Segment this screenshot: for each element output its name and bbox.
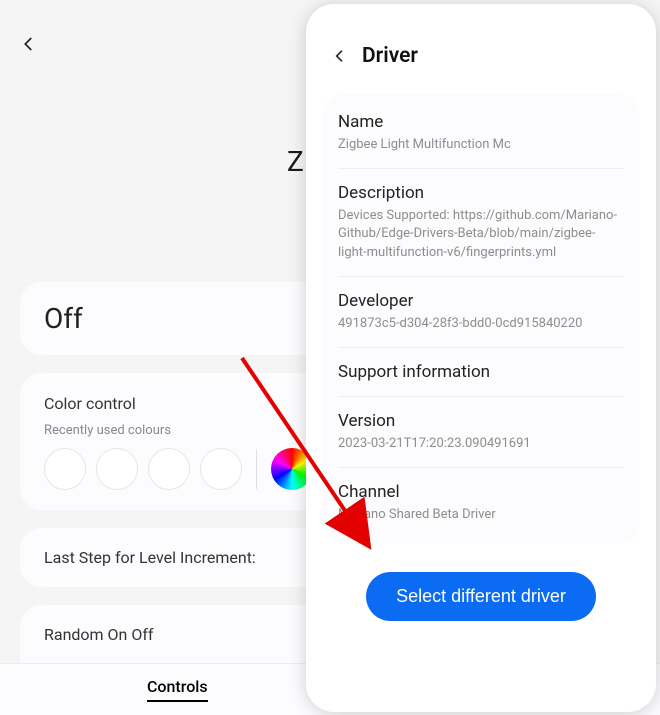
color-control-title: Color control (44, 394, 136, 413)
field-label: Channel (338, 482, 624, 502)
driver-version-section: Version 2023-03-21T17:20:23.090491691 (338, 397, 624, 468)
divider (256, 449, 257, 489)
field-label: Version (338, 411, 624, 431)
colour-swatch[interactable] (96, 448, 138, 490)
field-value: Devices Supported: https://github.com/Ma… (338, 207, 624, 262)
colour-swatch[interactable] (148, 448, 190, 490)
panel-body: Name Zigbee Light Multifunction Mc Descr… (306, 94, 656, 621)
back-icon[interactable] (20, 30, 38, 60)
tab-controls[interactable]: Controls (147, 677, 208, 702)
field-label: Name (338, 112, 624, 132)
field-label: Developer (338, 291, 624, 311)
driver-description-section: Description Devices Supported: https://g… (338, 169, 624, 277)
field-value: Mariano Shared Beta Driver (338, 506, 624, 524)
field-value: Zigbee Light Multifunction Mc (338, 136, 624, 154)
panel-title: Driver (362, 44, 418, 68)
random-onoff-label: Random On Off (44, 625, 154, 644)
driver-info-card: Name Zigbee Light Multifunction Mc Descr… (322, 94, 640, 544)
select-different-driver-button[interactable]: Select different driver (366, 572, 596, 621)
level-step-label: Last Step for Level Increment: (44, 548, 256, 567)
driver-channel-section: Channel Mariano Shared Beta Driver (338, 468, 624, 538)
panel-header: Driver (306, 4, 656, 94)
field-label: Description (338, 183, 624, 203)
driver-support-section[interactable]: Support information (338, 348, 624, 397)
colour-swatch[interactable] (200, 448, 242, 490)
field-value: 2023-03-21T17:20:23.090491691 (338, 435, 624, 453)
power-state: Off (44, 302, 83, 335)
driver-name-section: Name Zigbee Light Multifunction Mc (338, 98, 624, 169)
panel-back-icon[interactable] (332, 44, 348, 68)
driver-developer-section: Developer 491873c5-d304-28f3-bdd0-0cd915… (338, 277, 624, 348)
colour-swatch[interactable] (44, 448, 86, 490)
field-value: 491873c5-d304-28f3-bdd0-0cd915840220 (338, 315, 624, 333)
field-label: Support information (338, 362, 624, 382)
driver-panel: Driver Name Zigbee Light Multifunction M… (306, 4, 656, 712)
